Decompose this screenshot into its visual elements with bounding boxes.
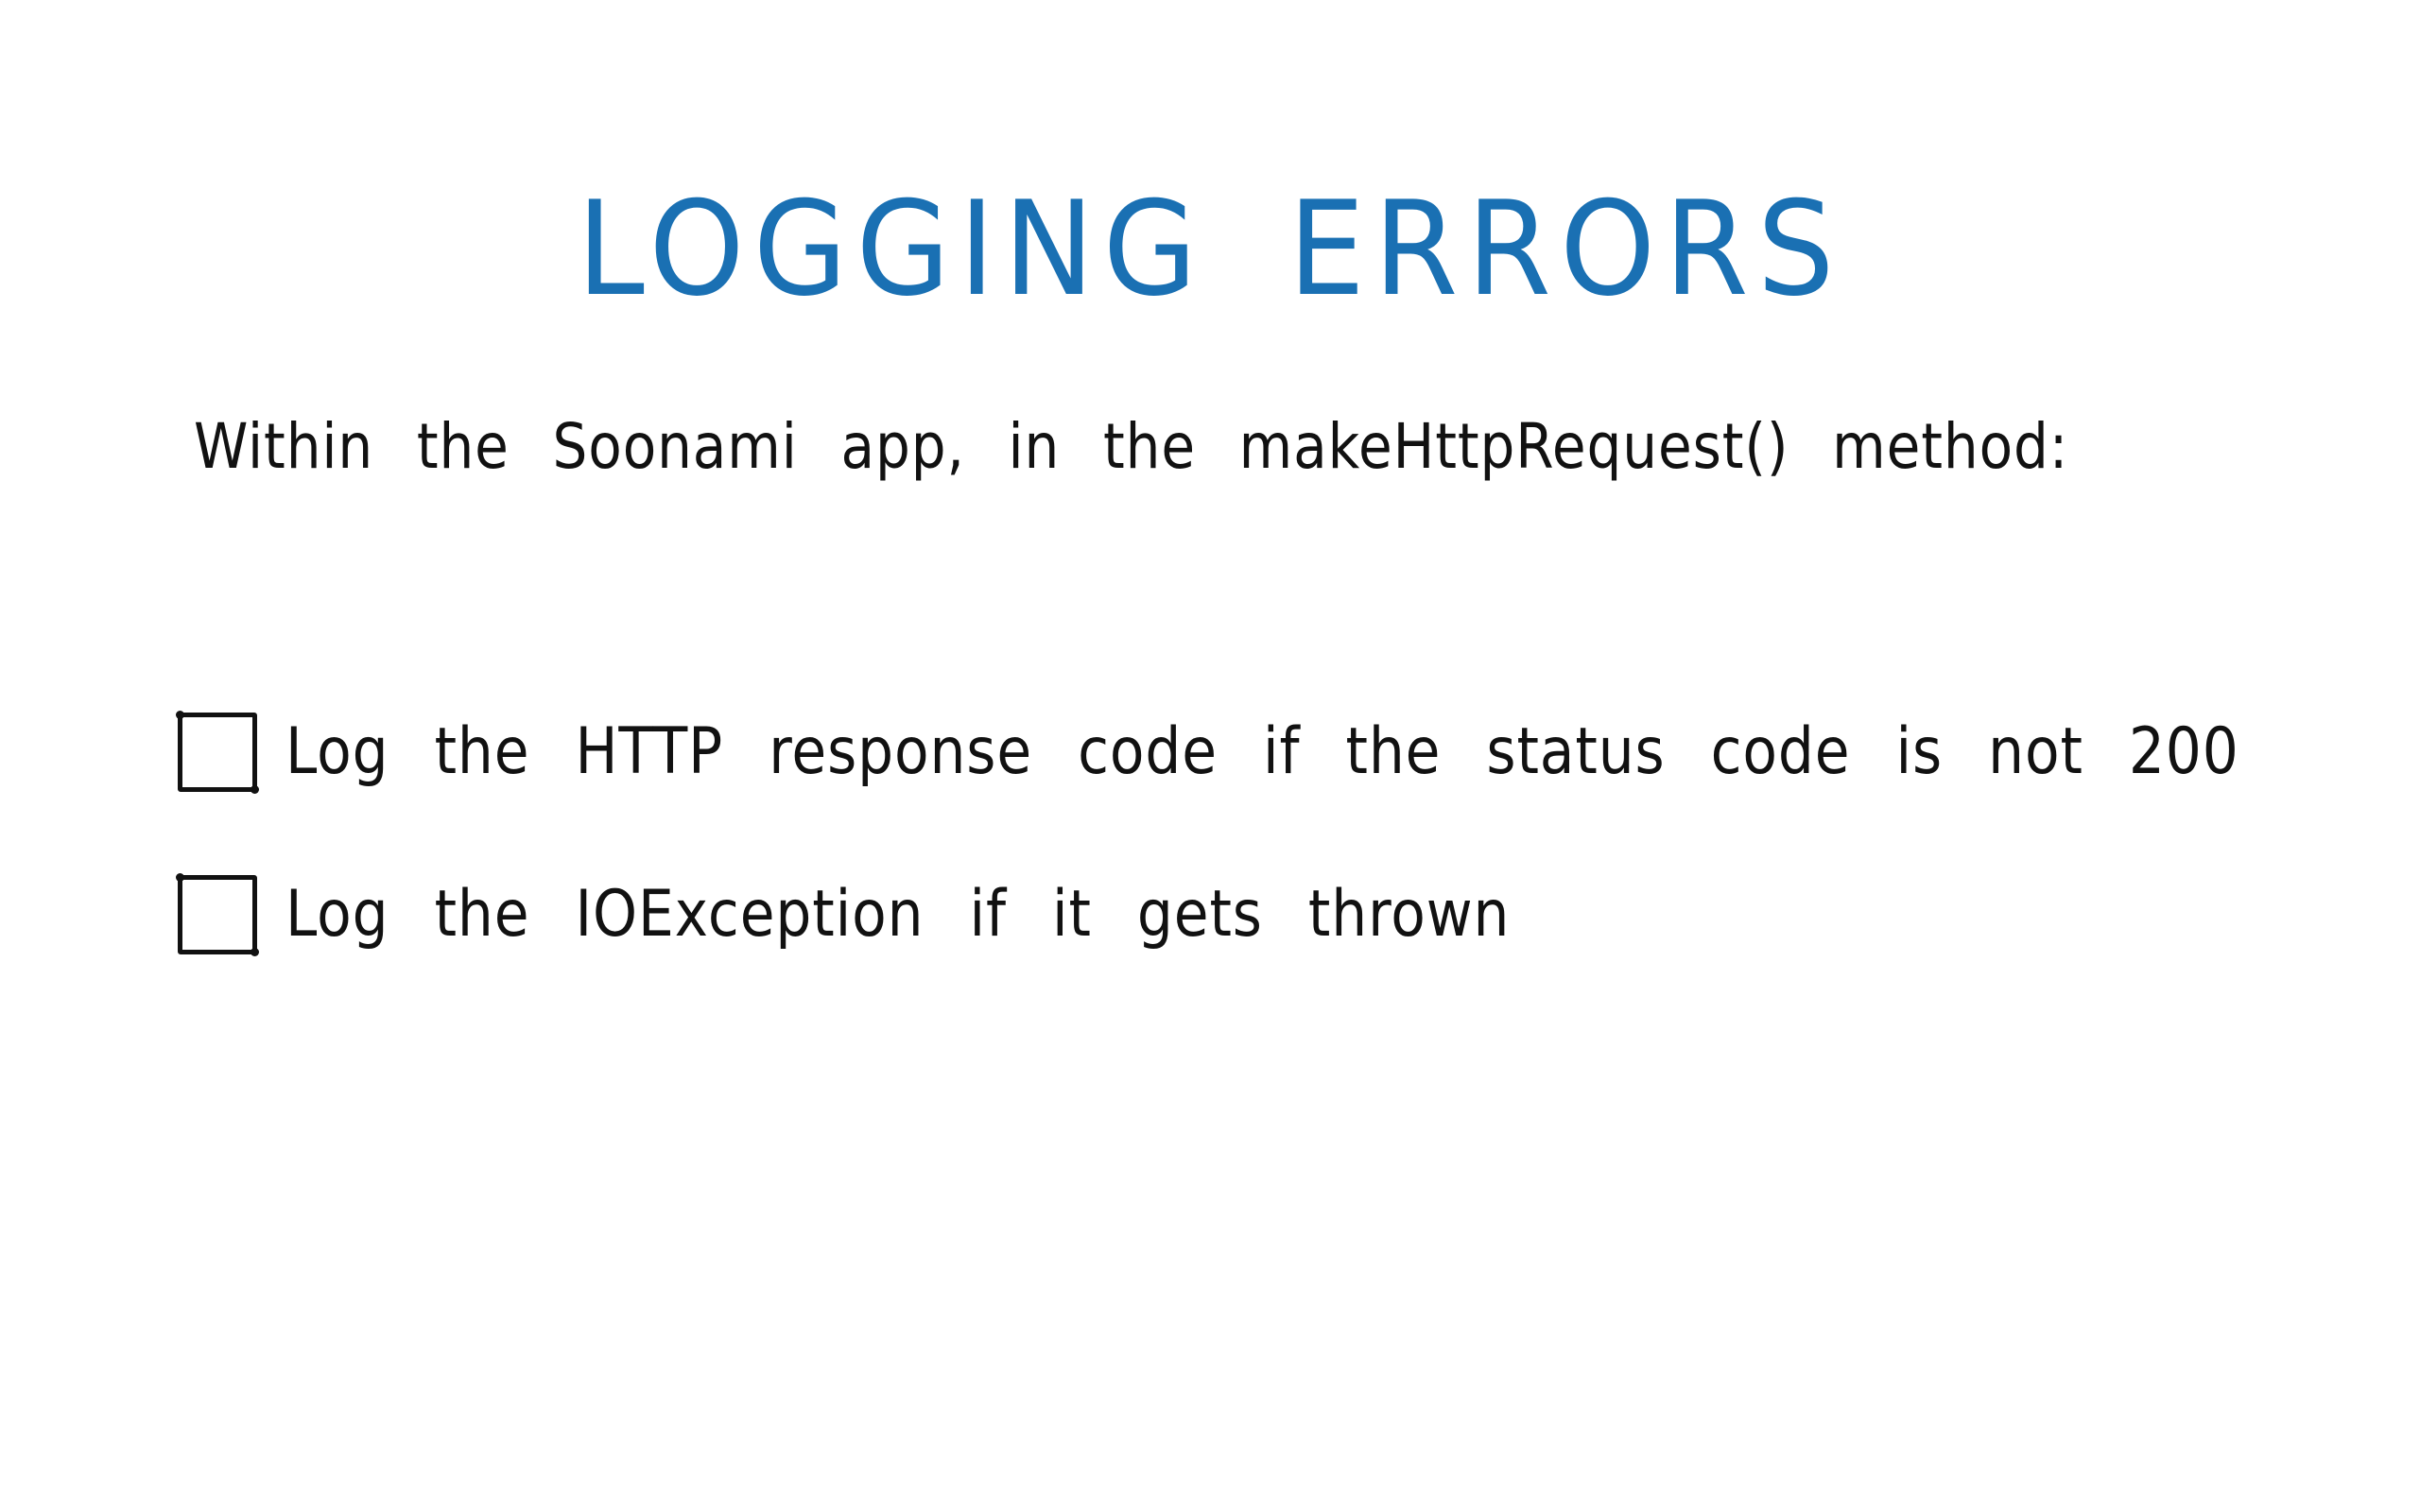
slide: LOGGING ERRORS Within the Soonami app, i…	[0, 0, 2420, 1512]
slide-title: LOGGING ERRORS	[577, 173, 1843, 325]
intro-text: Within the Soonami app, in the makeHttpR…	[194, 410, 2069, 483]
task-label: Log the HTTP response code if the status…	[285, 714, 2239, 789]
empty-checkbox-icon[interactable]	[176, 711, 259, 794]
empty-checkbox-icon[interactable]	[176, 873, 259, 956]
task-item: Log the IOException if it gets thrown	[176, 869, 1677, 960]
task-label: Log the IOException if it gets thrown	[285, 877, 1511, 952]
task-item: Log the HTTP response code if the status…	[176, 707, 2420, 798]
